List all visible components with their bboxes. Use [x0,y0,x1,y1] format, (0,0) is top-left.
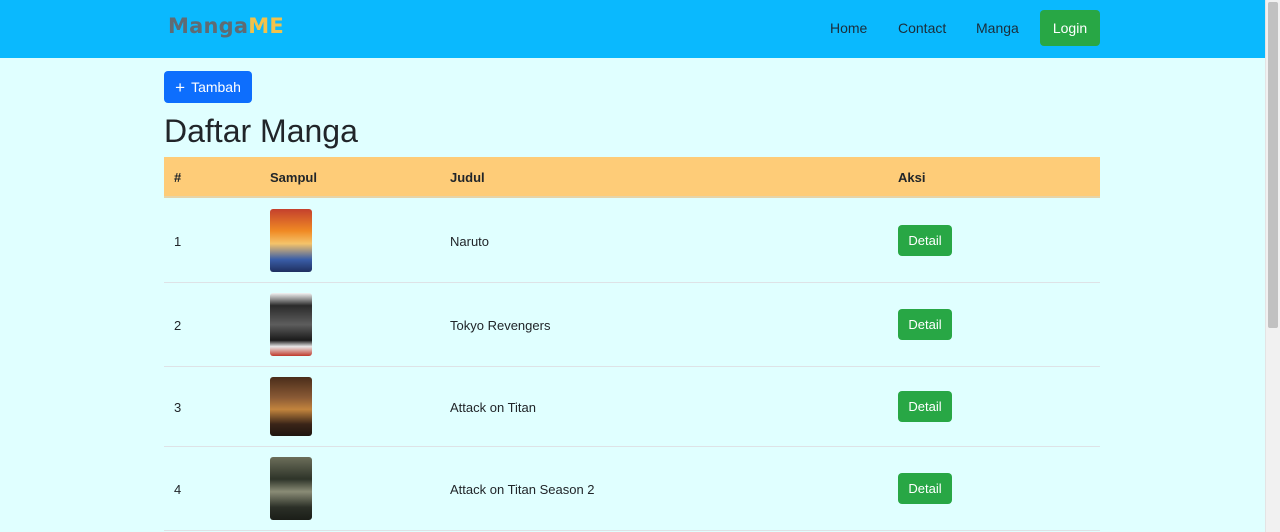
cover-image-attack-on-titan [270,377,312,436]
brand-logo-part1: Manga [168,14,249,38]
page-title: Daftar Manga [164,113,358,149]
header-number: # [174,170,182,185]
navbar: MangaME Home Contact Manga Login [0,0,1265,58]
manga-table: # Sampul Judul Aksi 1 Naruto Detail 2 To… [164,157,1100,531]
row-title: Naruto [450,234,490,249]
header-title: Judul [450,170,485,185]
row-title: Attack on Titan Season 2 [450,482,595,497]
table-row: 2 Tokyo Revengers Detail [164,283,1100,367]
table-row: 4 Attack on Titan Season 2 Detail [164,447,1100,531]
detail-button[interactable]: Detail [898,391,952,422]
nav-link-contact[interactable]: Contact [898,20,946,36]
cover-image-attack-on-titan-season-2 [270,457,312,520]
cover-image-naruto [270,209,312,272]
brand-logo-part2: ME [248,14,284,38]
nav-link-manga[interactable]: Manga [976,20,1019,36]
row-title: Tokyo Revengers [450,318,551,333]
brand-logo[interactable]: MangaME [168,14,284,38]
header-action: Aksi [898,170,926,185]
nav-link-home[interactable]: Home [830,20,867,36]
plus-icon: + [175,77,186,97]
table-header: # Sampul Judul Aksi [164,157,1100,198]
scrollbar-thumb[interactable] [1268,2,1278,328]
table-row: 3 Attack on Titan Detail [164,367,1100,447]
detail-button[interactable]: Detail [898,309,952,340]
login-button[interactable]: Login [1040,10,1100,46]
row-number: 2 [174,318,182,333]
table-row: 1 Naruto Detail [164,198,1100,283]
page-scrollbar[interactable] [1265,0,1280,532]
cover-image-tokyo-revengers [270,293,312,356]
add-manga-label: Tambah [191,79,241,95]
detail-button[interactable]: Detail [898,473,952,504]
page: MangaME Home Contact Manga Login + Tamba… [0,0,1280,532]
header-cover: Sampul [270,170,317,185]
row-title: Attack on Titan [450,400,536,415]
detail-button[interactable]: Detail [898,225,952,256]
row-number: 1 [174,234,182,249]
row-number: 4 [174,482,182,497]
add-manga-button[interactable]: + Tambah [164,71,252,103]
row-number: 3 [174,400,182,415]
